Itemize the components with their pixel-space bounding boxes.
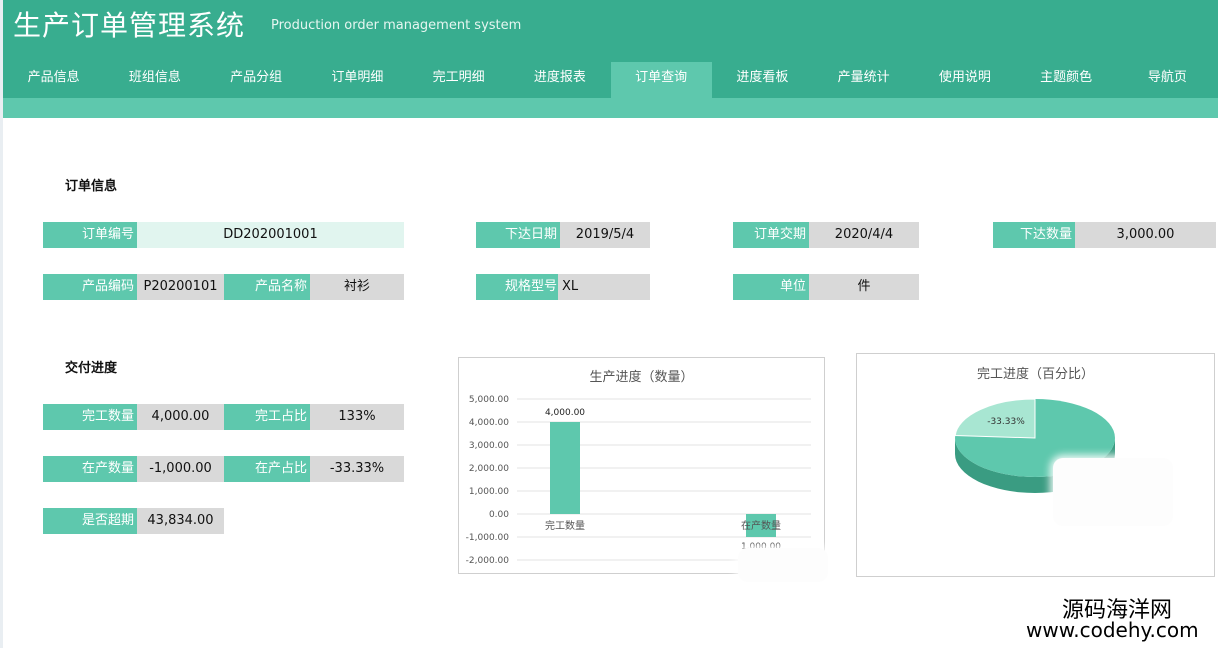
order-info-title: 订单信息 — [65, 179, 118, 194]
issue-date-value: 2019/5/4 — [560, 222, 650, 248]
bar-data-label: 4,000.00 — [545, 408, 585, 418]
overdue-label: 是否超期 — [43, 508, 137, 534]
nav-order-query[interactable]: 订单查询 — [610, 62, 712, 98]
wip-qty-value: -1,000.00 — [137, 456, 224, 482]
production-progress-chart: 生产进度（数量） 5,000.00 4,000.00 3,000.00 2,000.0… — [458, 357, 825, 574]
unit-value: 件 — [809, 274, 919, 300]
order-no-label: 订单编号 — [43, 222, 137, 248]
bar-0 — [550, 422, 580, 514]
nav-home[interactable]: 导航页 — [1117, 62, 1218, 98]
delivery-progress-title: 交付进度 — [65, 361, 118, 376]
product-code-value: P20200101 — [137, 274, 224, 300]
done-ratio-label: 完工占比 — [224, 404, 310, 430]
delivery-date-label: 订单交期 — [733, 222, 809, 248]
pie-data-label: -33.33% — [987, 417, 1025, 427]
product-name-label: 产品名称 — [224, 274, 310, 300]
overdue-value: 43,834.00 — [137, 508, 224, 534]
nav-progress-board[interactable]: 进度看板 — [712, 62, 813, 98]
header-accent-band — [3, 98, 1218, 118]
wip-ratio-label: 在产占比 — [224, 456, 310, 482]
nav-theme-color[interactable]: 主题颜色 — [1016, 62, 1117, 98]
spec-label: 规格型号 — [476, 274, 560, 300]
done-ratio-value: 133% — [310, 404, 404, 430]
wip-ratio-value: -33.33% — [310, 456, 404, 482]
bar-overlay-blur — [738, 548, 828, 582]
nav-order-detail[interactable]: 订单明细 — [307, 62, 408, 98]
bar-y-tick-label: 2,000.00 — [469, 464, 509, 474]
app-title: 生产订单管理系统 — [13, 9, 246, 42]
issue-date-label: 下达日期 — [476, 222, 560, 248]
chart-overlay-blur — [1053, 458, 1173, 526]
bar-y-tick-label: -1,000.00 — [466, 533, 510, 543]
wip-qty-label: 在产数量 — [43, 456, 137, 482]
bar-category-label: 在产数量 — [741, 519, 781, 532]
nav-completion-detail[interactable]: 完工明细 — [408, 62, 509, 98]
done-qty-value: 4,000.00 — [137, 404, 224, 430]
product-code-label: 产品编码 — [43, 274, 137, 300]
bar-y-tick-label: 4,000.00 — [469, 418, 509, 428]
spec-value: XL — [558, 274, 650, 300]
bar-y-tick-label: 3,000.00 — [469, 441, 509, 451]
bar-y-tick-label: 1,000.00 — [469, 487, 509, 497]
nav-product-group[interactable]: 产品分组 — [206, 62, 307, 98]
product-name-value: 衬衫 — [310, 274, 404, 300]
nav-progress-report[interactable]: 进度报表 — [509, 62, 610, 98]
nav-product-info[interactable]: 产品信息 — [3, 62, 104, 98]
order-no-value[interactable]: DD202001001 — [137, 222, 404, 248]
nav-usage-guide[interactable]: 使用说明 — [914, 62, 1015, 98]
watermark-url: www.codehy.com — [1026, 618, 1199, 642]
bar-chart-plot: 5,000.00 4,000.00 3,000.00 2,000.00 1,000.00… — [466, 395, 811, 566]
app-subtitle: Production order management system — [271, 18, 522, 33]
main-nav: 产品信息 班组信息 产品分组 订单明细 完工明细 进度报表 订单查询 进度看板 … — [3, 62, 1218, 98]
delivery-date-value: 2020/4/4 — [809, 222, 919, 248]
bar-y-tick-label: -2,000.00 — [466, 556, 510, 566]
nav-team-info[interactable]: 班组信息 — [104, 62, 205, 98]
nav-output-stats[interactable]: 产量统计 — [813, 62, 914, 98]
bar-category-label: 完工数量 — [545, 519, 585, 532]
issue-qty-value: 3,000.00 — [1075, 222, 1216, 248]
unit-label: 单位 — [733, 274, 809, 300]
bar-y-tick-label: 5,000.00 — [469, 395, 509, 405]
done-qty-label: 完工数量 — [43, 404, 137, 430]
completion-progress-chart: 完工进度（百分比） -33.33% — [856, 353, 1215, 577]
issue-qty-label: 下达数量 — [993, 222, 1075, 248]
bar-y-tick-label: 0.00 — [489, 510, 509, 520]
